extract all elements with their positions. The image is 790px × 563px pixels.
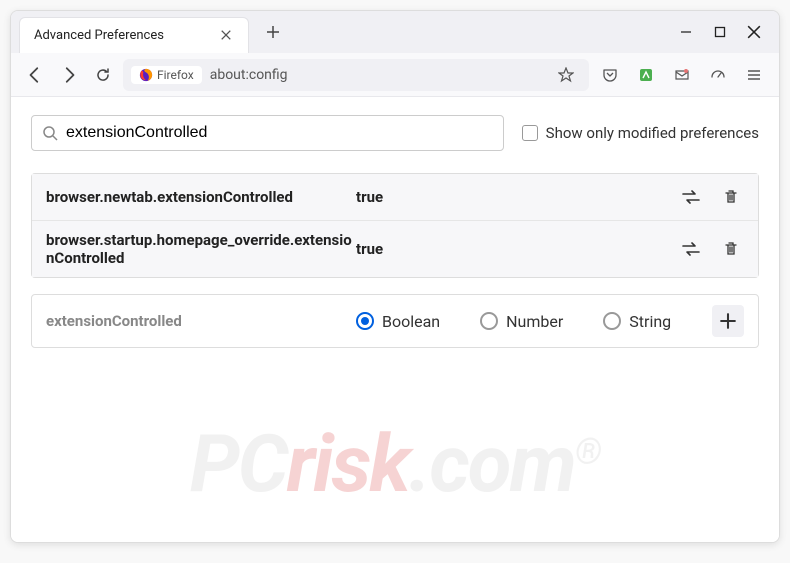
radio-string[interactable]: String [603,312,671,331]
tab-title: Advanced Preferences [34,28,164,43]
watermark: PCrisk.com® [190,417,601,511]
toggle-button[interactable] [678,236,704,262]
toggle-button[interactable] [678,184,704,210]
radio-number[interactable]: Number [480,312,563,331]
search-input[interactable] [66,124,493,142]
add-preference-button[interactable] [712,305,744,337]
maximize-button[interactable] [713,25,727,39]
address-bar[interactable]: Firefox about:config [123,59,589,91]
pref-name: browser.startup.homepage_override.extens… [46,231,356,267]
preference-search-box[interactable] [31,115,504,151]
menu-button[interactable] [739,61,769,89]
minimize-button[interactable] [679,25,693,39]
pref-name: browser.newtab.extensionControlled [46,188,356,206]
browser-window: Advanced Preferences [10,10,780,543]
watermark-post: .com [409,417,575,511]
extension-icon[interactable] [631,61,661,89]
dashboard-icon[interactable] [703,61,733,89]
reload-button[interactable] [89,61,117,89]
browser-tab[interactable]: Advanced Preferences [19,17,249,53]
window-controls [679,25,771,39]
pref-row[interactable]: browser.startup.homepage_override.extens… [32,221,758,277]
url-text: about:config [210,67,543,83]
radio-icon [356,312,374,330]
radio-label: Number [506,312,563,331]
firefox-icon [139,68,153,82]
delete-button[interactable] [718,236,744,262]
show-modified-checkbox[interactable]: Show only modified preferences [522,124,759,142]
search-icon [42,125,58,141]
preferences-table: browser.newtab.extensionControlled true … [31,173,759,278]
checkbox-label: Show only modified preferences [546,124,759,142]
pref-value: true [356,240,678,258]
type-radio-group: Boolean Number String [356,312,712,331]
watermark-red: risk [287,417,409,511]
firefox-identity-chip[interactable]: Firefox [131,66,202,84]
radio-icon [480,312,498,330]
pref-actions [678,184,744,210]
radio-boolean[interactable]: Boolean [356,312,440,331]
watermark-pre: PC [190,417,287,511]
new-tab-button[interactable] [259,18,287,46]
new-pref-name: extensionControlled [46,312,356,330]
mail-icon[interactable] [667,61,697,89]
pref-row[interactable]: browser.newtab.extensionControlled true [32,174,758,221]
watermark-reg: ® [575,430,600,472]
search-row: Show only modified preferences [31,115,759,151]
pref-value: true [356,188,678,206]
forward-button[interactable] [55,61,83,89]
back-button[interactable] [21,61,49,89]
close-window-button[interactable] [747,25,761,39]
checkbox-icon [522,125,538,141]
close-tab-icon[interactable] [220,29,234,43]
bookmark-star-icon[interactable] [551,61,581,89]
radio-icon [603,312,621,330]
firefox-label: Firefox [157,68,194,82]
delete-button[interactable] [718,184,744,210]
navigation-toolbar: Firefox about:config [11,53,779,97]
new-preference-row: extensionControlled Boolean Number Strin… [31,294,759,348]
pocket-icon[interactable] [595,61,625,89]
radio-label: Boolean [382,312,440,331]
radio-label: String [629,312,671,331]
page-content: Show only modified preferences browser.n… [11,97,779,542]
pref-actions [678,236,744,262]
titlebar: Advanced Preferences [11,11,779,53]
